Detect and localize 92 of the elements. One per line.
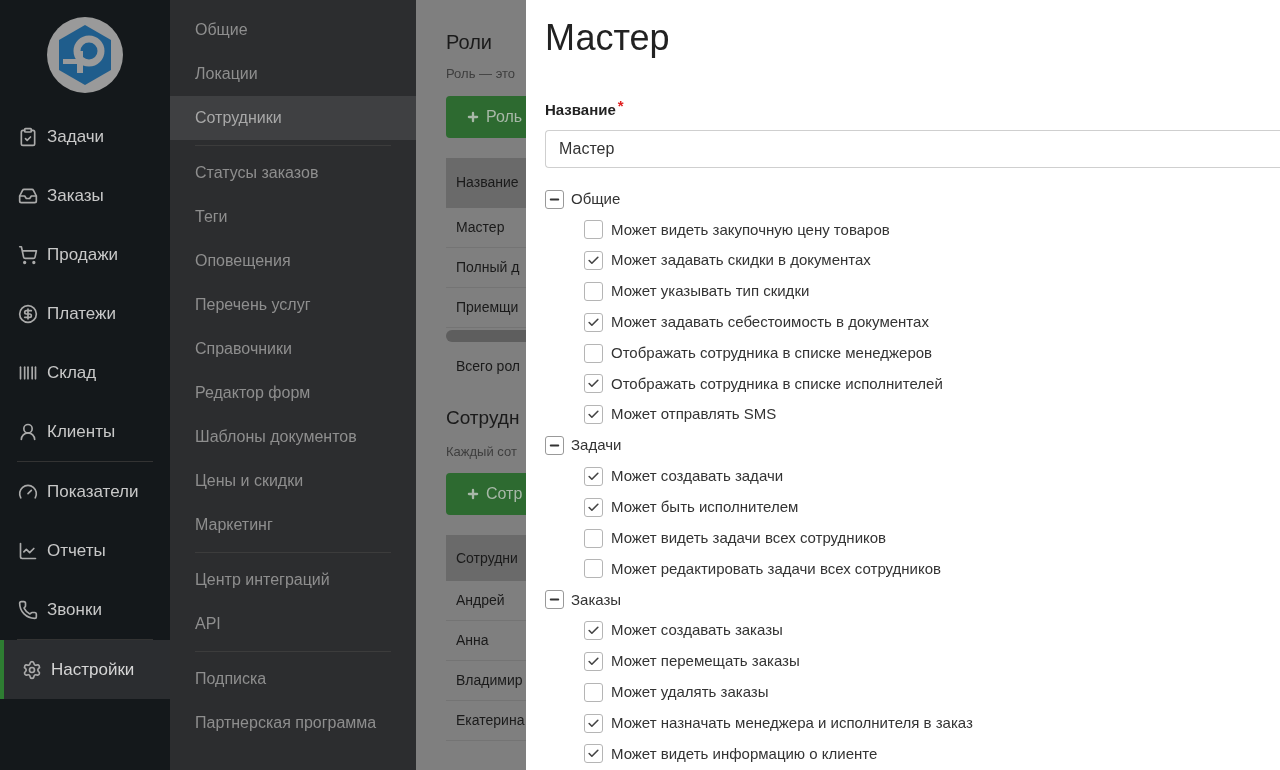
checkbox[interactable] [584, 621, 603, 641]
permission-label: Отображать сотрудника в списке исполнителей [611, 373, 943, 394]
name-field[interactable]: Мастер [545, 129, 1280, 168]
permission-label: Может задавать себестоимость в документах [611, 312, 929, 333]
submenu-item[interactable]: Справочники [170, 327, 416, 371]
add-role-button[interactable]: Роль [446, 95, 526, 138]
person-icon [18, 421, 38, 442]
permission-label: Может создавать задачи [611, 466, 784, 487]
panel-title: Мастер [545, 16, 671, 60]
permission-label: Может редактировать задачи всех сотрудников [611, 558, 942, 579]
section-hint: Каждый сот [446, 442, 518, 461]
checkbox[interactable] [584, 497, 603, 517]
submenu-item[interactable]: Шаблоны документов [170, 415, 416, 459]
nav-item[interactable]: Отчеты [0, 521, 170, 580]
nav-item[interactable]: Клиенты [0, 402, 170, 461]
table-header: Название [446, 157, 526, 208]
checkbox[interactable] [584, 282, 603, 301]
checkbox[interactable] [584, 528, 603, 548]
nav-item[interactable]: Задачи [0, 107, 170, 166]
nav-item[interactable]: Продажи [0, 225, 170, 284]
collapse-toggle[interactable] [545, 436, 564, 456]
permission-label: Может удалять заказы [611, 682, 769, 702]
submenu-item[interactable]: Теги [170, 195, 416, 239]
submenu-item[interactable]: Общие [170, 8, 416, 52]
nav-item[interactable]: Платежи [0, 284, 170, 343]
permission-label: Может быть исполнителем [611, 497, 799, 517]
phone-icon [18, 599, 38, 620]
checkbox[interactable] [584, 559, 603, 579]
section-title: Сотрудн [446, 405, 521, 430]
checkbox[interactable] [584, 466, 603, 486]
permission-label: Отображать сотрудника в списке менеджеров [611, 342, 933, 363]
submenu-item[interactable]: API [170, 602, 416, 646]
checkbox[interactable] [584, 651, 603, 671]
section-title: Роли [446, 30, 493, 55]
checkbox[interactable] [584, 312, 603, 332]
submenu-item[interactable]: Партнерская программа [170, 701, 416, 745]
check-icon [587, 716, 600, 730]
permission-label: Может указывать тип скидки [611, 281, 810, 302]
nav-item[interactable]: Показатели [0, 462, 170, 521]
collapse-toggle[interactable] [545, 590, 564, 610]
cart-icon [18, 244, 38, 265]
submenu-item[interactable]: Сотрудники [170, 96, 416, 140]
submenu-item[interactable]: Цены и скидки [170, 459, 416, 503]
table-header: Сотрудни [446, 535, 526, 581]
permission-label: Может создавать заказы [611, 620, 783, 641]
clipboard-check-icon [18, 126, 38, 147]
group-label: Заказы [571, 589, 622, 610]
settings-icon [22, 659, 42, 680]
submenu-item[interactable]: Редактор форм [170, 371, 416, 415]
permission-label: Может видеть задачи всех сотрудников [611, 527, 887, 548]
submenu-item[interactable]: Маркетинг [170, 503, 416, 547]
line-chart-icon [18, 540, 38, 561]
group-label: Задачи [571, 435, 622, 456]
nav-item[interactable]: Настройки [0, 640, 170, 699]
submenu-item[interactable]: Центр интеграций [170, 558, 416, 602]
check-icon [587, 654, 600, 668]
required-mark: * [617, 99, 624, 113]
plus-icon [466, 487, 480, 501]
permission-label: Может перемещать заказы [611, 651, 800, 672]
section-hint: Роль — это [446, 65, 516, 83]
checkbox[interactable] [584, 220, 603, 240]
logo-icon [47, 16, 123, 93]
collapse-toggle[interactable] [545, 189, 564, 209]
checkbox[interactable] [584, 251, 603, 271]
checkbox[interactable] [584, 374, 603, 394]
permission-label: Может отправлять SMS [611, 404, 777, 425]
checkbox[interactable] [584, 343, 603, 363]
nav-item[interactable]: Звонки [0, 580, 170, 639]
submenu-item[interactable]: Статусы заказов [170, 151, 416, 195]
permission-label: Может задавать скидки в документах [611, 250, 871, 271]
permission-label: Может видеть закупочную цену товаров [611, 219, 890, 240]
checkbox[interactable] [584, 744, 603, 764]
checkbox[interactable] [584, 713, 603, 733]
check-icon [587, 315, 600, 329]
nav-item[interactable]: Заказы [0, 166, 170, 225]
check-icon [587, 469, 600, 483]
field-label: Название [545, 100, 616, 120]
submenu-item[interactable]: Подписка [170, 657, 416, 701]
permission-label: Может видеть информацию о клиенте [611, 743, 878, 764]
add-staff-button[interactable]: Сотр [446, 473, 526, 515]
checkbox[interactable] [584, 682, 603, 702]
submenu-item[interactable]: Перечень услуг [170, 283, 416, 327]
permission-label: Может назначать менеджера и исполнителя в заказ [611, 712, 973, 733]
plus-icon [466, 109, 480, 124]
check-icon [587, 500, 600, 514]
table-footer: Всего рол [446, 341, 526, 392]
dollar-coin-icon [18, 303, 38, 324]
submenu-item[interactable]: Локации [170, 52, 416, 96]
group-label: Общие [571, 188, 621, 209]
checkbox[interactable] [584, 405, 603, 425]
nav-item[interactable]: Склад [0, 343, 170, 402]
submenu-item[interactable]: Оповещения [170, 239, 416, 283]
